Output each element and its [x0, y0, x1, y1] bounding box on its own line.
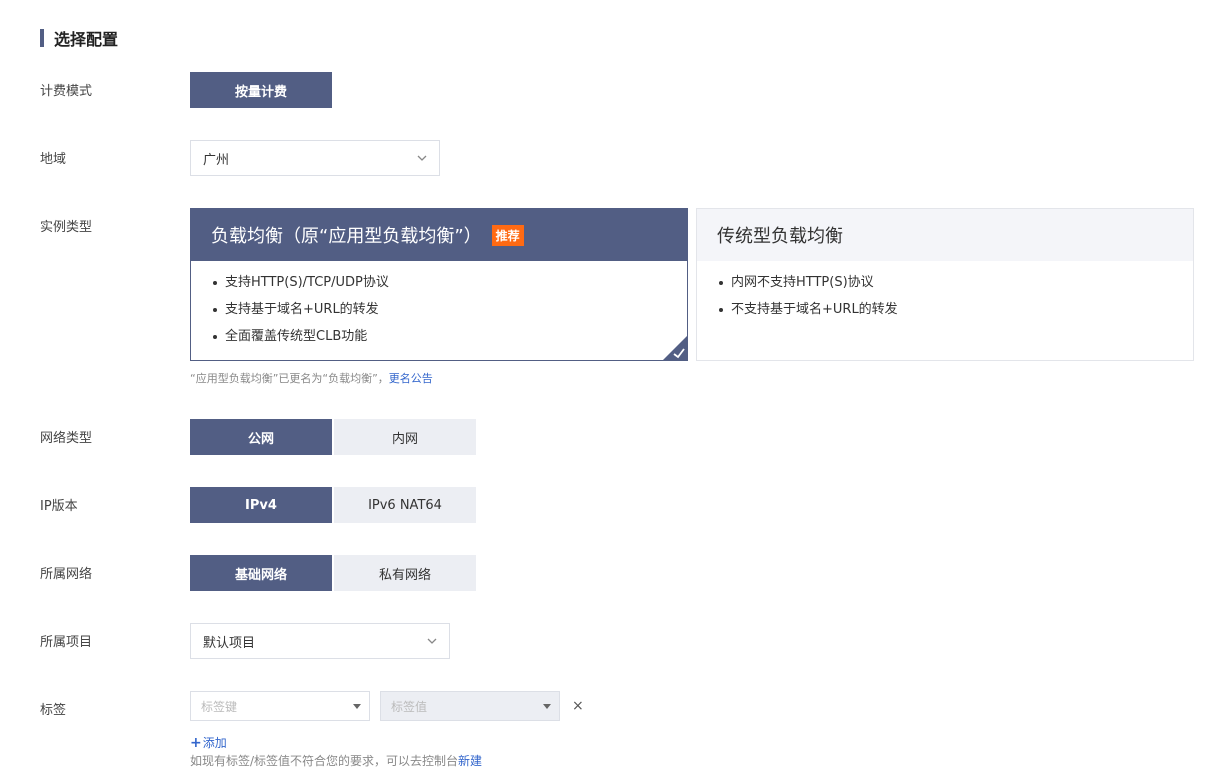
billing-label: 计费模式 — [40, 84, 93, 99]
instance-card-classic[interactable]: 传统型负载均衡 内网不支持HTTP(S)协议 不支持基于域名+URL的转发 — [696, 208, 1194, 361]
selected-check-icon — [662, 335, 688, 361]
network-type-label: 网络类型 — [40, 431, 93, 446]
ip-option-ipv4[interactable]: IPv4 — [190, 487, 332, 523]
instance-type-label: 实例类型 — [40, 220, 93, 235]
instance-card-clb-title: 负载均衡（原“应用型负载均衡”） — [211, 226, 482, 247]
remove-tag-close-icon[interactable]: × — [572, 698, 584, 714]
project-select[interactable]: 默认项目 — [190, 623, 450, 659]
feature-item: 支持HTTP(S)/TCP/UDP协议 — [211, 273, 687, 300]
billing-mode-segment: 按量计费 — [190, 72, 334, 108]
instance-card-clb-header: 负载均衡（原“应用型负载均衡”） 推荐 — [191, 209, 687, 261]
add-tag-label: 添加 — [202, 736, 227, 750]
tag-value-select[interactable]: 标签值 — [380, 691, 560, 721]
rename-note-text: “应用型负载均衡”已更名为“负载均衡”， — [190, 372, 389, 385]
tag-value-placeholder: 标签值 — [391, 699, 428, 714]
create-tag-link[interactable]: 新建 — [458, 754, 482, 768]
tag-hint: 如现有标签/标签值不符合您的要求，可以去控制台新建 — [190, 752, 482, 769]
region-value: 广州 — [203, 152, 230, 168]
vpc-option-private[interactable]: 私有网络 — [334, 555, 476, 591]
instance-card-clb-features: 支持HTTP(S)/TCP/UDP协议 支持基于域名+URL的转发 全面覆盖传统… — [191, 261, 687, 354]
vpc-option-basic[interactable]: 基础网络 — [190, 555, 332, 591]
rename-announcement-link[interactable]: 更名公告 — [389, 372, 433, 385]
chevron-down-icon — [417, 155, 427, 161]
chevron-down-icon — [427, 638, 437, 644]
tag-hint-text: 如现有标签/标签值不符合您的要求，可以去控制台 — [190, 754, 459, 768]
feature-item: 支持基于域名+URL的转发 — [211, 300, 687, 327]
instance-card-classic-features: 内网不支持HTTP(S)协议 不支持基于域名+URL的转发 — [697, 261, 1193, 327]
rename-note: “应用型负载均衡”已更名为“负载均衡”，更名公告 — [190, 370, 433, 386]
project-value: 默认项目 — [203, 635, 256, 651]
region-select[interactable]: 广州 — [190, 140, 440, 176]
billing-option-pay-as-you-go[interactable]: 按量计费 — [190, 72, 332, 108]
vpc-segment: 基础网络 私有网络 — [190, 555, 478, 591]
region-label: 地域 — [40, 152, 67, 167]
instance-card-clb[interactable]: 负载均衡（原“应用型负载均衡”） 推荐 支持HTTP(S)/TCP/UDP协议 … — [190, 208, 688, 361]
tag-key-placeholder: 标签键 — [201, 699, 238, 714]
section-title: 选择配置 — [40, 28, 119, 49]
caret-down-icon — [543, 704, 551, 709]
network-type-segment: 公网 内网 — [190, 419, 478, 455]
plus-icon: + — [190, 735, 202, 751]
recommend-badge: 推荐 — [491, 224, 524, 246]
ip-version-label: IP版本 — [40, 499, 78, 514]
ip-option-ipv6-nat64[interactable]: IPv6 NAT64 — [334, 487, 476, 523]
instance-card-classic-title: 传统型负载均衡 — [717, 226, 843, 247]
title-accent-bar — [40, 29, 44, 47]
network-option-public[interactable]: 公网 — [190, 419, 332, 455]
add-tag-link[interactable]: +添加 — [190, 734, 227, 751]
ip-version-segment: IPv4 IPv6 NAT64 — [190, 487, 478, 523]
instance-card-classic-header: 传统型负载均衡 — [697, 209, 1193, 261]
network-option-private[interactable]: 内网 — [334, 419, 476, 455]
vpc-label: 所属网络 — [40, 567, 93, 582]
tag-key-select[interactable]: 标签键 — [190, 691, 370, 721]
section-title-text: 选择配置 — [54, 30, 119, 49]
feature-item: 全面覆盖传统型CLB功能 — [211, 327, 687, 354]
tags-label: 标签 — [40, 703, 67, 718]
feature-item: 内网不支持HTTP(S)协议 — [717, 273, 1193, 300]
project-label: 所属项目 — [40, 635, 93, 650]
feature-item: 不支持基于域名+URL的转发 — [717, 300, 1193, 327]
caret-down-icon — [353, 704, 361, 709]
